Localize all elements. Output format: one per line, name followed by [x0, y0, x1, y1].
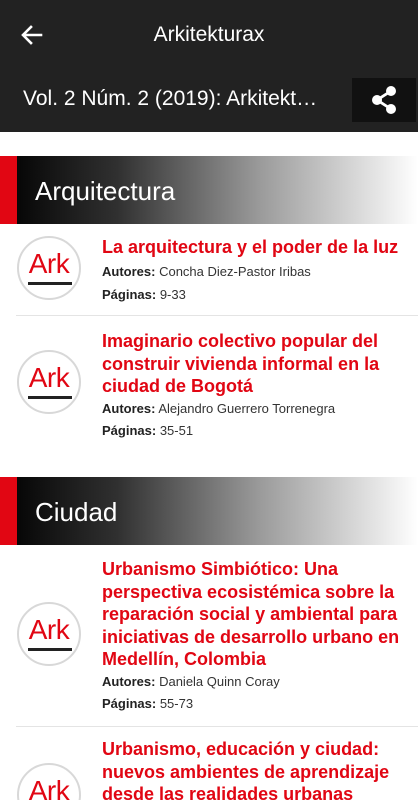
logo-underline: [28, 648, 72, 651]
article-authors: Autores: Concha Diez-Pastor Iribas: [102, 264, 402, 280]
pages-label: Páginas:: [102, 287, 157, 302]
share-icon: [372, 86, 396, 114]
journal-logo: Ark: [17, 763, 81, 800]
article-item[interactable]: Ark Urbanismo, educación y ciudad: nuevo…: [0, 727, 418, 800]
article-pages: Páginas: 35-51: [102, 423, 402, 439]
logo-text: Ark: [28, 614, 70, 645]
logo-underline: [28, 282, 72, 285]
pages-value: 35-51: [159, 423, 194, 438]
article-pages: Páginas: 55-73: [102, 696, 402, 712]
app-bar: Arkitekturax Vol. 2 Núm. 2 (2019): Arkit…: [0, 0, 418, 132]
authors-value: Daniela Quinn Coray: [159, 674, 280, 689]
pages-label: Páginas:: [102, 696, 157, 711]
article-pages: Páginas: 9-33: [102, 287, 402, 303]
logo-underline: [28, 396, 72, 399]
article-title[interactable]: Urbanismo Simbiótico: Una perspectiva ec…: [102, 558, 402, 671]
authors-value: Alejandro Guerrero Torrenegra: [158, 401, 336, 416]
app-title: Arkitekturax: [153, 23, 265, 46]
article-title[interactable]: Imaginario colectivo popular del constru…: [102, 330, 402, 398]
share-button[interactable]: [352, 78, 416, 122]
section-accent: [0, 156, 17, 224]
section-header-arquitectura: Arquitectura: [0, 156, 418, 224]
article-item[interactable]: Ark La arquitectura y el poder de la luz…: [0, 224, 418, 316]
authors-value: Concha Diez-Pastor Iribas: [159, 264, 311, 279]
journal-logo: Ark: [17, 602, 81, 666]
toolbar: Arkitekturax: [0, 0, 418, 70]
section-title: Ciudad: [35, 497, 118, 527]
logo-text: Ark: [28, 775, 70, 800]
pages-label: Páginas:: [102, 423, 157, 438]
section-header-ciudad: Ciudad: [0, 477, 418, 545]
article-item[interactable]: Ark Urbanismo Simbiótico: Una perspectiv…: [0, 545, 418, 727]
article-authors: Autores: Daniela Quinn Coray: [102, 674, 402, 690]
article-authors: Autores: Alejandro Guerrero Torrenegra: [102, 401, 402, 417]
journal-logo: Ark: [17, 350, 81, 414]
logo-text: Ark: [28, 248, 70, 279]
section-accent: [0, 477, 17, 545]
article-item[interactable]: Ark Imaginario colectivo popular del con…: [0, 316, 418, 452]
pages-value: 9-33: [159, 287, 186, 302]
logo-text: Ark: [28, 362, 70, 393]
article-title[interactable]: La arquitectura y el poder de la luz: [102, 236, 402, 259]
authors-label: Autores:: [102, 264, 156, 279]
pages-value: 55-73: [159, 696, 194, 711]
article-title[interactable]: Urbanismo, educación y ciudad: nuevos am…: [102, 738, 402, 800]
authors-label: Autores:: [102, 674, 156, 689]
authors-label: Autores:: [102, 401, 156, 416]
section-title: Arquitectura: [35, 176, 176, 206]
journal-logo: Ark: [17, 236, 81, 300]
issue-title: Vol. 2 Núm. 2 (2019): Arkitekturax: [23, 87, 323, 110]
